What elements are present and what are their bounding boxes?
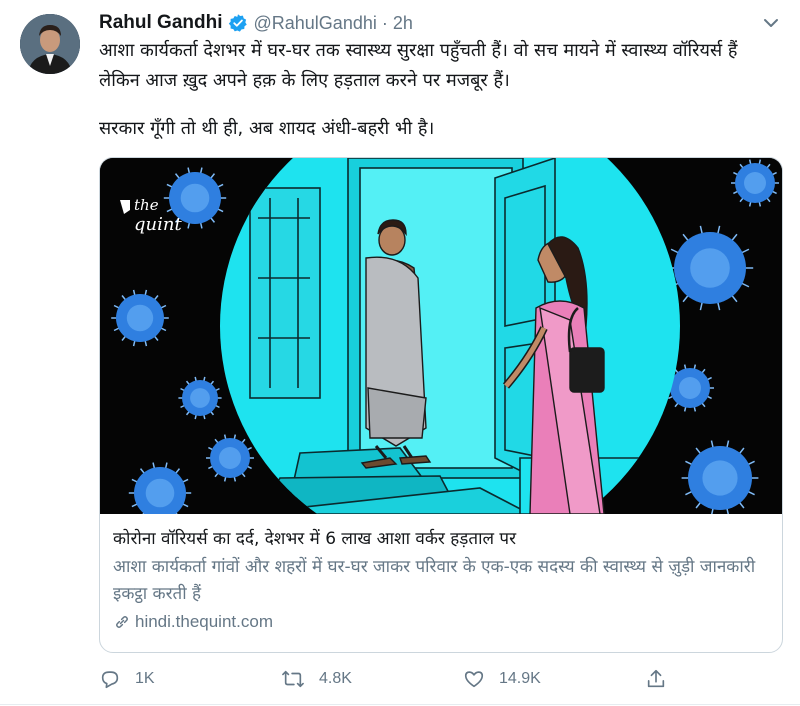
svg-text:quint: quint [134,214,182,235]
avatar[interactable] [20,14,80,74]
tweet-paragraph-1: आशा कार्यकर्ता देशभर में घर-घर तक स्वास्… [99,40,738,91]
like-icon [464,671,484,688]
card-domain-text: hindi.thequint.com [135,612,273,631]
retweet-icon [282,670,304,688]
tweet[interactable]: Rahul Gandhi @RahulGandhi · 2h आशा कार्य… [0,0,800,706]
link-icon [116,616,128,628]
share-icon [647,669,665,688]
reply-count: 1K [135,670,155,687]
tweet-text: आशा कार्यकर्ता देशभर में घर-घर तक स्वास्… [99,36,779,144]
card-illustration: the quint [100,158,782,556]
retweet-button[interactable]: 4.8K [281,664,352,694]
separator-dot: · [381,12,388,33]
like-button[interactable]: 14.9K [463,664,541,694]
chevron-down-icon[interactable] [760,12,782,34]
verified-badge-icon [228,13,248,33]
card-image: the quint [100,158,782,556]
tweet-paragraph-2: सरकार गूँगी तो थी ही, अब शायद अंधी-बहरी … [99,118,435,139]
card-title[interactable]: कोरोना वॉरियर्स का दर्द, देशभर में 6 लाख… [113,526,773,552]
tweet-header: Rahul Gandhi @RahulGandhi · 2h [99,10,413,36]
retweet-count: 4.8K [319,670,352,687]
svg-text:the: the [134,196,159,214]
link-card[interactable]: the quint कोरोना वॉरियर्स का दर्द, देशभर… [99,157,783,653]
reply-button[interactable]: 1K [99,664,155,694]
author-name[interactable]: Rahul Gandhi [99,12,223,34]
like-count: 14.9K [499,670,541,687]
tweet-actions: 1K 4.8K 14.9K [99,664,779,694]
author-handle[interactable]: @RahulGandhi [254,13,377,34]
timestamp[interactable]: 2h [393,13,413,34]
share-button[interactable] [645,664,667,694]
card-description: आशा कार्यकर्ता गांवों और शहरों में घर-घर… [113,557,756,604]
reply-icon [101,671,119,689]
card-domain[interactable]: hindi.thequint.com [113,612,273,632]
divider [0,704,800,705]
